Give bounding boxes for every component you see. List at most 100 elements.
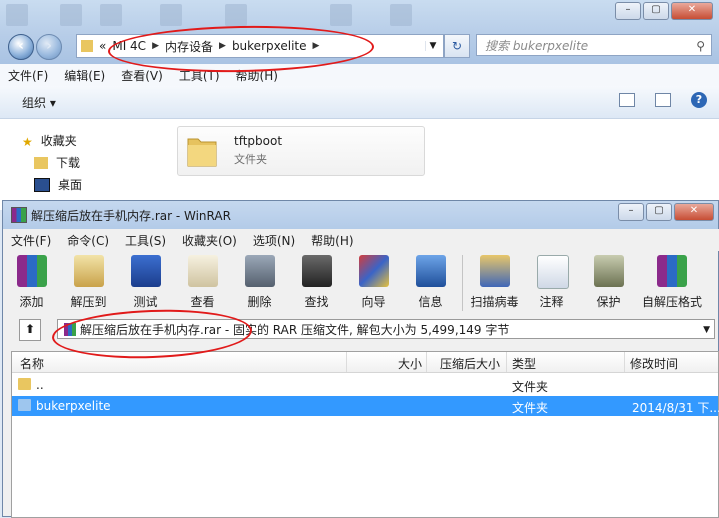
winrar-window: 解压缩后放在手机内存.rar - WinRAR – ▢ ✕ 文件(F) 命令(C… <box>2 200 719 518</box>
winrar-archive-icon <box>64 323 76 336</box>
nav-label: 下载 <box>56 156 81 170</box>
extract-to-button[interactable]: 解压到 <box>60 251 117 313</box>
view-button[interactable]: 查看 <box>174 251 231 313</box>
breadcrumb-item[interactable]: 内存设备 <box>165 38 213 55</box>
archive-path-field[interactable]: 解压缩后放在手机内存.rar - 固实的 RAR 压缩文件, 解包大小为 5,4… <box>57 319 715 339</box>
table-row[interactable]: .. 文件夹 <box>12 375 718 395</box>
address-bar[interactable]: « MI 4C ▶ 内存设备 ▶ bukerpxelite ▶ ▼ <box>76 34 444 58</box>
folder-type: 文件夹 <box>234 153 267 166</box>
winrar-app-icon <box>11 207 27 223</box>
path-bar: ⬆ 解压缩后放在手机内存.rar - 固实的 RAR 压缩文件, 解包大小为 5… <box>11 317 717 343</box>
search-placeholder: 搜索 bukerpxelite <box>485 39 589 53</box>
maximize-button[interactable]: ▢ <box>646 203 672 221</box>
column-size[interactable]: 大小 <box>398 355 422 372</box>
menu-help[interactable]: 帮助(H) <box>303 232 361 249</box>
wizard-button[interactable]: 向导 <box>345 251 402 313</box>
nav-item-desktop[interactable]: 桌面 <box>34 176 82 193</box>
desktop-icon-ghost <box>6 4 28 26</box>
menu-options[interactable]: 选项(N) <box>245 232 303 249</box>
menu-tools[interactable]: 工具(S) <box>117 232 174 249</box>
folder-icon <box>187 138 217 167</box>
chevron-right-icon[interactable]: ▶ <box>313 41 320 51</box>
menu-file[interactable]: 文件(F) <box>0 67 56 84</box>
explorer-title-area: – ▢ ✕ ‹ › « MI 4C ▶ 内存设备 ▶ bukerpxelite … <box>0 0 719 64</box>
window-title: 解压缩后放在手机内存.rar - WinRAR <box>31 209 231 223</box>
virus-scan-icon <box>480 255 510 287</box>
comment-icon <box>537 255 569 289</box>
menu-help[interactable]: 帮助(H) <box>228 67 286 84</box>
menu-favorites[interactable]: 收藏夹(O) <box>174 232 245 249</box>
add-button[interactable]: 添加 <box>3 251 60 313</box>
chevron-down-icon[interactable]: ▼ <box>425 41 440 51</box>
folder-icon <box>81 40 93 52</box>
column-divider[interactable] <box>426 352 427 372</box>
minimize-button[interactable]: – <box>615 2 641 20</box>
menu-file[interactable]: 文件(F) <box>3 232 59 249</box>
info-button[interactable]: 信息 <box>402 251 459 313</box>
maximize-button[interactable]: ▢ <box>643 2 669 20</box>
nav-item-favorites[interactable]: ★ 收藏夹 <box>22 132 77 149</box>
protect-button[interactable]: 保护 <box>580 251 637 313</box>
row-name: bukerpxelite <box>36 399 111 413</box>
sfx-button[interactable]: 自解压格式 <box>637 251 707 313</box>
explorer-window: – ▢ ✕ ‹ › « MI 4C ▶ 内存设备 ▶ bukerpxelite … <box>0 0 719 210</box>
explorer-menu-bar: 文件(F) 编辑(E) 查看(V) 工具(T) 帮助(H) <box>0 64 719 87</box>
test-button[interactable]: 测试 <box>117 251 174 313</box>
breadcrumb-item[interactable]: bukerpxelite <box>232 39 307 53</box>
organize-button[interactable]: 组织 ▾ <box>22 94 56 111</box>
search-input[interactable]: 搜索 bukerpxelite ⚲ <box>476 34 712 56</box>
column-packed[interactable]: 压缩后大小 <box>440 355 500 372</box>
sfx-icon <box>657 255 687 287</box>
glasses-icon <box>188 255 218 287</box>
row-type: 文件夹 <box>512 401 549 415</box>
search-icon[interactable]: ⚲ <box>696 35 705 57</box>
folder-icon <box>18 399 31 411</box>
view-options-icon[interactable] <box>619 93 635 107</box>
explorer-window-controls: – ▢ ✕ <box>613 2 713 20</box>
find-button[interactable]: 查找 <box>288 251 345 313</box>
file-list: 名称 大小 压缩后大小 类型 修改时间 .. 文件夹 bukerpxelite … <box>11 351 719 518</box>
row-type: 文件夹 <box>512 380 549 394</box>
star-icon: ★ <box>22 134 33 149</box>
desktop-icon-ghost <box>330 4 352 26</box>
download-folder-icon <box>34 156 48 169</box>
watermark: 吾爱破解论坛 www.52pojie.cn <box>605 484 708 515</box>
info-icon <box>416 255 446 287</box>
column-divider[interactable] <box>346 352 347 372</box>
folder-tile-tftpboot[interactable]: tftpboot 文件夹 <box>177 126 425 176</box>
delete-button[interactable]: 删除 <box>231 251 288 313</box>
minimize-button[interactable]: – <box>618 203 644 221</box>
column-name[interactable]: 名称 <box>20 355 44 372</box>
breadcrumb-item[interactable]: MI 4C <box>112 39 146 53</box>
binoculars-icon <box>302 255 332 287</box>
column-divider[interactable] <box>624 352 625 372</box>
menu-view[interactable]: 查看(V) <box>113 67 171 84</box>
close-button[interactable]: ✕ <box>671 2 713 20</box>
nav-item-downloads[interactable]: 下载 <box>34 154 80 171</box>
help-icon[interactable]: ? <box>691 92 707 108</box>
chevron-right-icon[interactable]: ▶ <box>152 41 159 51</box>
archive-add-icon <box>17 255 47 287</box>
row-modified: 2014/8/31 下... <box>632 401 719 415</box>
table-row-selected[interactable]: bukerpxelite 文件夹 2014/8/31 下... <box>12 396 719 416</box>
column-modified[interactable]: 修改时间 <box>630 355 678 372</box>
chevron-right-icon[interactable]: ▶ <box>219 41 226 51</box>
menu-commands[interactable]: 命令(C) <box>59 232 117 249</box>
shield-icon <box>594 255 624 287</box>
column-type[interactable]: 类型 <box>512 355 536 372</box>
up-folder-button[interactable]: ⬆ <box>19 319 41 341</box>
comment-button[interactable]: 注释 <box>523 251 580 313</box>
scan-virus-button[interactable]: 扫描病毒 <box>466 251 523 313</box>
winrar-window-controls: – ▢ ✕ <box>616 203 714 221</box>
menu-tools[interactable]: 工具(T) <box>171 67 228 84</box>
close-button[interactable]: ✕ <box>674 203 714 221</box>
preview-pane-icon[interactable] <box>655 93 671 107</box>
column-divider[interactable] <box>506 352 507 372</box>
forward-button[interactable]: › <box>36 34 62 60</box>
menu-edit[interactable]: 编辑(E) <box>56 67 113 84</box>
back-button[interactable]: ‹ <box>8 34 34 60</box>
chevron-down-icon[interactable]: ▼ <box>703 320 710 338</box>
command-bar: 组织 ▾ ? <box>0 86 719 119</box>
refresh-button[interactable]: ↻ <box>444 34 470 58</box>
breadcrumb-prefix[interactable]: « <box>99 39 106 53</box>
